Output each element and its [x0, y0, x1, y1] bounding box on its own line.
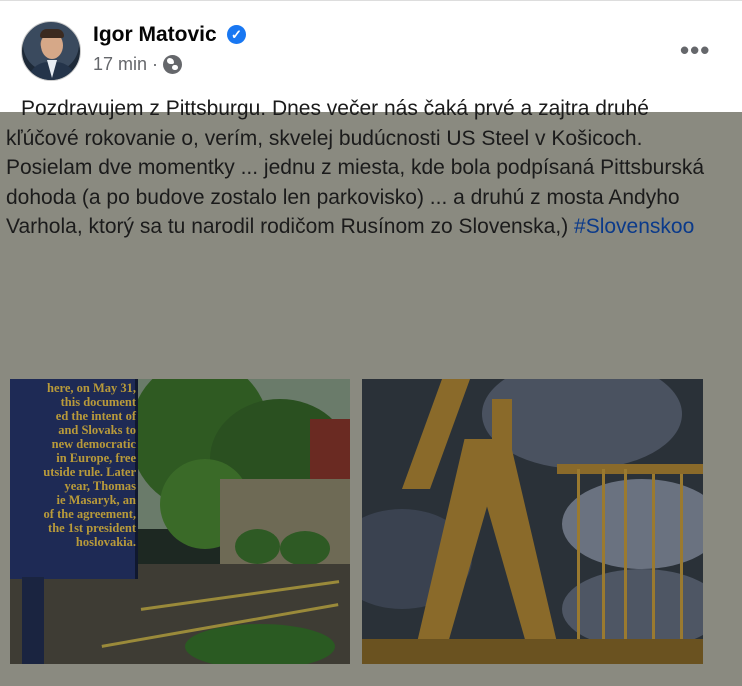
- post-text-line1: Pozdravujem z Pittsburgu. Dnes večer nás…: [21, 97, 649, 120]
- hashtag-link[interactable]: #Slovenskoo: [574, 215, 694, 238]
- author-avatar[interactable]: [21, 21, 81, 81]
- photo-pittsburgh-agreement-sign[interactable]: here, on May 31, this document ed the in…: [10, 379, 350, 664]
- author-name[interactable]: Igor Matovic: [93, 23, 217, 47]
- globe-icon: [163, 55, 183, 74]
- historical-marker-sign: here, on May 31, this document ed the in…: [10, 379, 138, 579]
- sign-text: here, on May 31, this document ed the in…: [43, 381, 136, 549]
- post-text: Pozdravujem z Pittsburgu. Dnes večer nás…: [6, 94, 726, 242]
- facebook-post: Igor Matovic ✓ 17 min · ••• Pozdravujem …: [0, 0, 742, 686]
- verified-badge-icon: ✓: [227, 25, 246, 44]
- photo-andy-warhol-bridge[interactable]: [362, 379, 703, 664]
- post-timestamp[interactable]: 17 min ·: [93, 54, 158, 75]
- more-options-icon[interactable]: •••: [680, 35, 710, 66]
- post-meta: 17 min ·: [93, 54, 183, 75]
